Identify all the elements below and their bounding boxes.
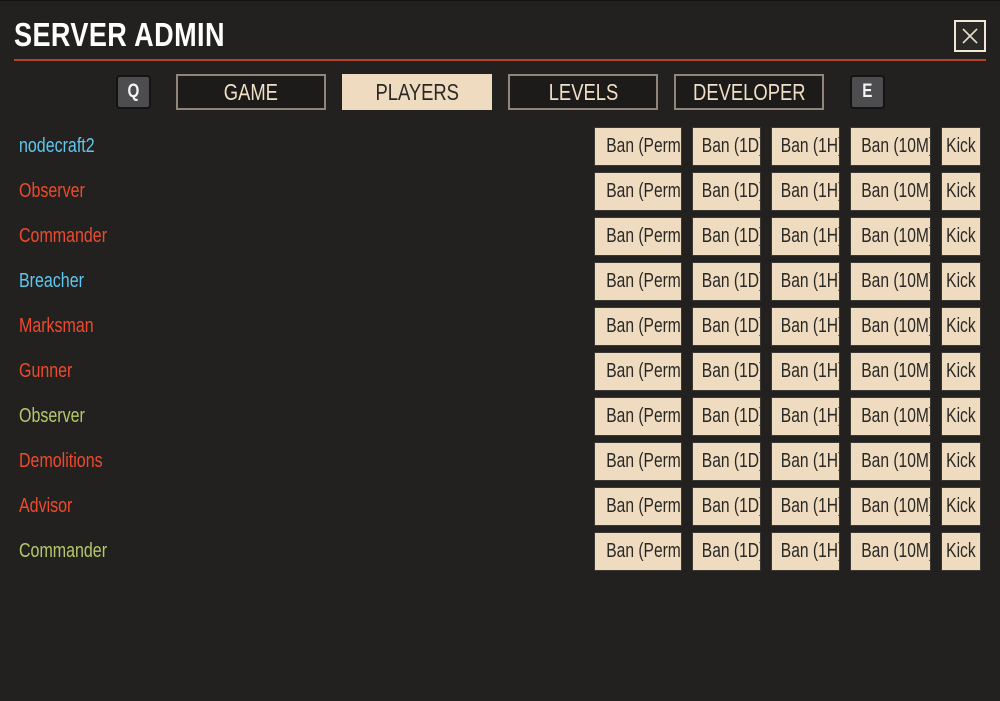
ban-1h-button[interactable]: Ban (1H): [771, 442, 840, 481]
kick-button[interactable]: Kick: [941, 262, 981, 301]
close-button[interactable]: [954, 20, 986, 52]
ban-perm-button[interactable]: Ban (Perm): [594, 487, 682, 526]
player-name: Advisor: [19, 495, 73, 517]
ban-10m-button[interactable]: Ban (10M): [850, 217, 931, 256]
close-x-icon: [962, 28, 978, 44]
player-name: Marksman: [19, 315, 94, 337]
window-title: SERVER ADMIN: [14, 16, 225, 53]
ban-perm-button[interactable]: Ban (Perm): [594, 307, 682, 346]
ban-1h-button[interactable]: Ban (1H): [771, 487, 840, 526]
ban-1h-button[interactable]: Ban (1H): [771, 532, 840, 571]
ban-1d-button[interactable]: Ban (1D): [692, 127, 761, 166]
ban-perm-button[interactable]: Ban (Perm): [594, 397, 682, 436]
prev-tab-key-hint[interactable]: Q: [116, 75, 151, 109]
ban-1d-button[interactable]: Ban (1D): [692, 487, 761, 526]
player-row: nodecraft2 Ban (Perm) Ban (1D) Ban (1H) Ban …: [0, 127, 1000, 172]
ban-1d-button[interactable]: Ban (1D): [692, 532, 761, 571]
ban-10m-button[interactable]: Ban (10M): [850, 397, 931, 436]
ban-10m-button[interactable]: Ban (10M): [850, 127, 931, 166]
ban-1h-button[interactable]: Ban (1H): [771, 262, 840, 301]
ban-1d-button[interactable]: Ban (1D): [692, 397, 761, 436]
ban-1d-button[interactable]: Ban (1D): [692, 352, 761, 391]
player-list: nodecraft2 Ban (Perm) Ban (1D) Ban (1H) Ban …: [0, 127, 1000, 577]
tab-developer[interactable]: DEVELOPER: [674, 74, 824, 110]
title-divider: [14, 59, 986, 61]
player-name: Commander: [19, 540, 108, 562]
ban-1d-button[interactable]: Ban (1D): [692, 262, 761, 301]
ban-1h-button[interactable]: Ban (1H): [771, 307, 840, 346]
player-name: Commander: [19, 225, 108, 247]
tab-players[interactable]: PLAYERS: [342, 74, 492, 110]
ban-10m-button[interactable]: Ban (10M): [850, 262, 931, 301]
player-name: Breacher: [19, 270, 84, 292]
kick-button[interactable]: Kick: [941, 127, 981, 166]
player-name: nodecraft2: [19, 135, 95, 157]
tab-game[interactable]: GAME: [176, 74, 326, 110]
player-row: Breacher Ban (Perm) Ban (1D) Ban (1H) Ban (1…: [0, 262, 1000, 307]
ban-10m-button[interactable]: Ban (10M): [850, 442, 931, 481]
player-name: Observer: [19, 180, 85, 202]
ban-1d-button[interactable]: Ban (1D): [692, 172, 761, 211]
next-tab-key-hint[interactable]: E: [850, 75, 885, 109]
player-row: Marksman Ban (Perm) Ban (1D) Ban (1H) Ban (1…: [0, 307, 1000, 352]
ban-1h-button[interactable]: Ban (1H): [771, 217, 840, 256]
kick-button[interactable]: Kick: [941, 487, 981, 526]
ban-perm-button[interactable]: Ban (Perm): [594, 442, 682, 481]
ban-1h-button[interactable]: Ban (1H): [771, 172, 840, 211]
kick-button[interactable]: Kick: [941, 442, 981, 481]
ban-1d-button[interactable]: Ban (1D): [692, 217, 761, 256]
ban-10m-button[interactable]: Ban (10M): [850, 307, 931, 346]
player-row: Advisor Ban (Perm) Ban (1D) Ban (1H) Ban (10…: [0, 487, 1000, 532]
player-row: Demolitions Ban (Perm) Ban (1D) Ban (1H) Ban…: [0, 442, 1000, 487]
server-admin-window: SERVER ADMIN Q GAME PLAYERS LEVELS DEVEL…: [0, 0, 1000, 701]
player-name: Gunner: [19, 360, 73, 382]
ban-perm-button[interactable]: Ban (Perm): [594, 532, 682, 571]
ban-1h-button[interactable]: Ban (1H): [771, 127, 840, 166]
ban-perm-button[interactable]: Ban (Perm): [594, 262, 682, 301]
ban-10m-button[interactable]: Ban (10M): [850, 352, 931, 391]
kick-button[interactable]: Kick: [941, 397, 981, 436]
ban-1d-button[interactable]: Ban (1D): [692, 307, 761, 346]
player-row: Commander Ban (Perm) Ban (1D) Ban (1H) Ban (…: [0, 217, 1000, 262]
ban-10m-button[interactable]: Ban (10M): [850, 487, 931, 526]
kick-button[interactable]: Kick: [941, 352, 981, 391]
ban-perm-button[interactable]: Ban (Perm): [594, 217, 682, 256]
ban-perm-button[interactable]: Ban (Perm): [594, 172, 682, 211]
ban-perm-button[interactable]: Ban (Perm): [594, 127, 682, 166]
player-name: Observer: [19, 405, 85, 427]
kick-button[interactable]: Kick: [941, 172, 981, 211]
kick-button[interactable]: Kick: [941, 217, 981, 256]
ban-1h-button[interactable]: Ban (1H): [771, 352, 840, 391]
player-row: Gunner Ban (Perm) Ban (1D) Ban (1H) Ban (10M…: [0, 352, 1000, 397]
ban-1h-button[interactable]: Ban (1H): [771, 397, 840, 436]
ban-1d-button[interactable]: Ban (1D): [692, 442, 761, 481]
player-row: Observer Ban (Perm) Ban (1D) Ban (1H) Ban (1…: [0, 397, 1000, 442]
ban-10m-button[interactable]: Ban (10M): [850, 532, 931, 571]
player-row: Observer Ban (Perm) Ban (1D) Ban (1H) Ban (1…: [0, 172, 1000, 217]
tab-levels[interactable]: LEVELS: [508, 74, 658, 110]
player-name: Demolitions: [19, 450, 103, 472]
kick-button[interactable]: Kick: [941, 532, 981, 571]
player-row: Commander Ban (Perm) Ban (1D) Ban (1H) Ban (…: [0, 532, 1000, 577]
ban-perm-button[interactable]: Ban (Perm): [594, 352, 682, 391]
kick-button[interactable]: Kick: [941, 307, 981, 346]
ban-10m-button[interactable]: Ban (10M): [850, 172, 931, 211]
